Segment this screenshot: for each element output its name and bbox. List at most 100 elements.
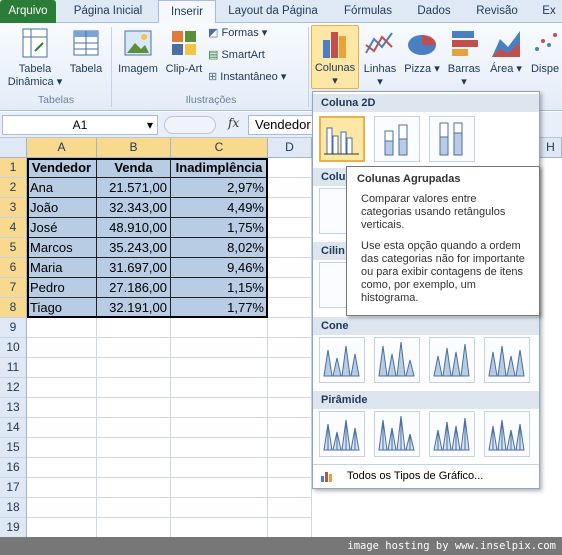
colunas-button[interactable]: Colunas ▾ [311, 25, 359, 89]
empty-cell[interactable] [171, 338, 268, 358]
table-cell[interactable]: Venda [97, 158, 171, 178]
stacked-column-thumb[interactable] [374, 116, 420, 162]
empty-cell[interactable] [171, 498, 268, 518]
empty-cell[interactable] [268, 338, 312, 358]
empty-cell[interactable] [268, 438, 312, 458]
table-cell[interactable]: Ana [27, 178, 97, 198]
empty-cell[interactable] [97, 378, 171, 398]
row-header[interactable]: 19 [0, 518, 27, 538]
table-cell[interactable]: 35.243,00 [97, 238, 171, 258]
tab-arquivo[interactable]: Arquivo [0, 0, 56, 23]
row-header[interactable]: 14 [0, 418, 27, 438]
tab-exibicao[interactable]: Ex [536, 0, 562, 23]
dispersao-button[interactable]: Dispe [528, 27, 562, 76]
empty-cell[interactable] [97, 418, 171, 438]
empty-cell[interactable] [268, 378, 312, 398]
table-cell[interactable]: 31.697,00 [97, 258, 171, 278]
row-header[interactable]: 10 [0, 338, 27, 358]
table-cell[interactable]: 48.910,00 [97, 218, 171, 238]
imagem-button[interactable]: Imagem [116, 27, 160, 76]
cone-chart-thumb[interactable] [429, 337, 475, 383]
table-cell[interactable]: 1,77% [171, 298, 268, 318]
table-cell[interactable]: Marcos [27, 238, 97, 258]
fx-icon[interactable]: fx [228, 116, 239, 130]
row-header[interactable]: 16 [0, 458, 27, 478]
empty-cell[interactable] [268, 258, 312, 278]
cone-chart-thumb[interactable] [374, 337, 420, 383]
pyramid-chart-thumb[interactable] [484, 411, 530, 457]
empty-cell[interactable] [268, 398, 312, 418]
empty-cell[interactable] [171, 518, 268, 538]
empty-cell[interactable] [27, 418, 97, 438]
empty-cell[interactable] [171, 398, 268, 418]
empty-cell[interactable] [171, 438, 268, 458]
pyramid-chart-thumb[interactable] [429, 411, 475, 457]
empty-cell[interactable] [97, 358, 171, 378]
empty-cell[interactable] [268, 478, 312, 498]
empty-cell[interactable] [268, 498, 312, 518]
empty-cell[interactable] [268, 518, 312, 538]
tab-layout-pagina[interactable]: Layout da Página [220, 0, 326, 23]
empty-cell[interactable] [268, 358, 312, 378]
table-cell[interactable]: Vendedor [27, 158, 97, 178]
empty-cell[interactable] [97, 438, 171, 458]
row-header[interactable]: 13 [0, 398, 27, 418]
smartart-button[interactable]: ▤ SmartArt [208, 49, 278, 62]
linhas-button[interactable]: Linhas ▾ [360, 27, 400, 89]
pyramid-chart-thumb[interactable] [374, 411, 420, 457]
empty-cell[interactable] [27, 378, 97, 398]
empty-cell[interactable] [268, 218, 312, 238]
table-cell[interactable]: 1,75% [171, 218, 268, 238]
table-cell[interactable]: Pedro [27, 278, 97, 298]
pyramid-chart-thumb[interactable] [319, 411, 365, 457]
row-header[interactable]: 15 [0, 438, 27, 458]
row-header[interactable]: 6 [0, 258, 27, 278]
column-header-h[interactable]: H [540, 138, 562, 158]
tab-revisao[interactable]: Revisão [466, 0, 528, 23]
clustered-column-thumb[interactable] [319, 116, 365, 162]
column-header-b[interactable]: B [97, 138, 171, 158]
tabela-dinamica-button[interactable]: Tabela Dinâmica ▾ [6, 27, 64, 89]
empty-cell[interactable] [97, 458, 171, 478]
column-header-a[interactable]: A [27, 138, 97, 158]
empty-cell[interactable] [171, 478, 268, 498]
barras-button[interactable]: Barras ▾ [444, 27, 484, 89]
tab-formulas[interactable]: Fórmulas [334, 0, 402, 23]
table-cell[interactable]: 2,97% [171, 178, 268, 198]
row-header[interactable]: 18 [0, 498, 27, 518]
chevron-down-icon[interactable]: ▾ [147, 116, 153, 134]
table-cell[interactable]: Inadimplência [171, 158, 268, 178]
empty-cell[interactable] [171, 378, 268, 398]
empty-cell[interactable] [268, 198, 312, 218]
table-cell[interactable]: Maria [27, 258, 97, 278]
empty-cell[interactable] [97, 518, 171, 538]
table-cell[interactable]: 32.343,00 [97, 198, 171, 218]
name-box[interactable]: A1 ▾ [2, 115, 158, 135]
tab-pagina-inicial[interactable]: Página Inicial [60, 0, 156, 23]
table-cell[interactable]: 8,02% [171, 238, 268, 258]
table-cell[interactable]: 4,49% [171, 198, 268, 218]
empty-cell[interactable] [27, 498, 97, 518]
row-header[interactable]: 4 [0, 218, 27, 238]
empty-cell[interactable] [268, 158, 312, 178]
column-header-d[interactable]: D [268, 138, 312, 158]
empty-cell[interactable] [27, 518, 97, 538]
row-header[interactable]: 7 [0, 278, 27, 298]
row-header[interactable]: 1 [0, 158, 27, 178]
table-cell[interactable]: 21.571,00 [97, 178, 171, 198]
area-button[interactable]: Área ▾ [486, 27, 526, 76]
tab-inserir[interactable]: Inserir [158, 0, 216, 24]
empty-cell[interactable] [27, 438, 97, 458]
empty-cell[interactable] [171, 458, 268, 478]
empty-cell[interactable] [27, 398, 97, 418]
row-header[interactable]: 5 [0, 238, 27, 258]
empty-cell[interactable] [268, 238, 312, 258]
table-cell[interactable]: 9,46% [171, 258, 268, 278]
table-cell[interactable]: José [27, 218, 97, 238]
tab-dados[interactable]: Dados [410, 0, 458, 23]
empty-cell[interactable] [97, 338, 171, 358]
table-cell[interactable]: 1,15% [171, 278, 268, 298]
empty-cell[interactable] [27, 478, 97, 498]
empty-cell[interactable] [97, 498, 171, 518]
empty-cell[interactable] [268, 298, 312, 318]
